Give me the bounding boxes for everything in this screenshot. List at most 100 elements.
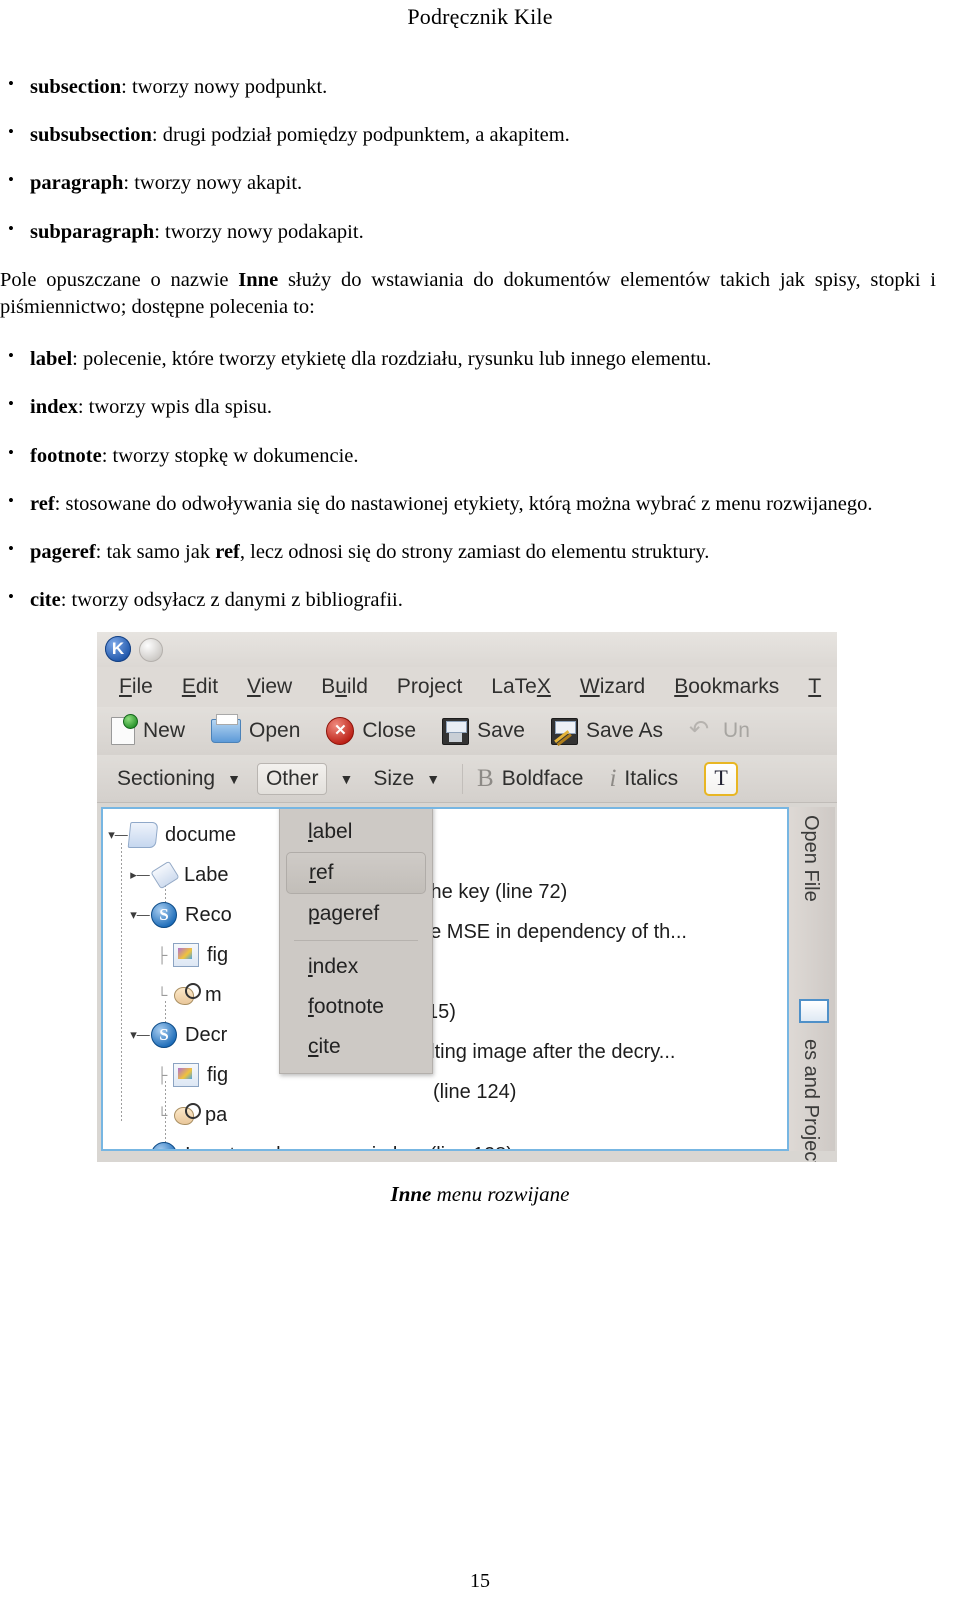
toolbar-open-button[interactable]: Open (211, 714, 301, 743)
term: subsubsection (30, 124, 152, 147)
menu-build[interactable]: Build (321, 675, 368, 699)
save-floppy-icon (442, 717, 470, 745)
save-as-icon (550, 717, 578, 745)
tree-branch-icon: └ (156, 1106, 168, 1124)
menubar: File Edit View Build Project LaTeX Wizar… (97, 667, 837, 707)
figure-caption: Inne menu rozwijane (0, 1182, 960, 1207)
definition: : tworzy stopkę w dokumencie. (101, 444, 359, 467)
menu-file[interactable]: File (119, 675, 153, 699)
expand-chevron-icon[interactable]: ▾— (129, 1147, 151, 1149)
term: ref (30, 492, 55, 515)
list-item: label: polecenie, które tworzy etykietę … (0, 345, 960, 372)
menu-edit[interactable]: Edit (182, 675, 218, 699)
undo-icon: ↶ (689, 716, 710, 743)
toolbar-open-label: Open (249, 719, 301, 742)
kile-app-logo-icon: K (105, 636, 131, 662)
other-command-list: label: polecenie, które tworzy etykietę … (0, 345, 960, 613)
open-folder-icon (211, 714, 242, 743)
menu-item-label[interactable]: label (280, 812, 432, 852)
tree-item-label: Labe (184, 863, 229, 886)
list-item: ref: stosowane do odwoływania się do nas… (0, 490, 960, 517)
other-combo-chevron-down-icon[interactable]: ▼ (339, 771, 353, 787)
tree-branch-icon: └ (156, 986, 168, 1004)
toolbar-close-button[interactable]: Close (326, 717, 416, 745)
toolbar-save-as-button[interactable]: Save As (550, 717, 664, 745)
side-tab-open-files[interactable]: Open File (799, 815, 822, 902)
menu-bookmarks[interactable]: Bookmarks (674, 675, 779, 699)
toolbar-new-button[interactable]: New (111, 714, 185, 745)
label-tag-icon (150, 860, 180, 890)
definition: : stosowane do odwoływania się do nastaw… (54, 492, 873, 515)
term: paragraph (30, 172, 124, 195)
latex-toolbar: Sectioning ▼ Other ▼ Size ▼ B Boldface i… (97, 755, 837, 803)
list-item: pageref: tak samo jak ref, lecz odnosi s… (0, 538, 960, 565)
definition: : tworzy nowy podpunkt. (121, 76, 328, 98)
palette-icon (173, 983, 201, 1006)
term: subparagraph (30, 220, 155, 243)
table-row[interactable]: ▾— S Insert random errors in key (line 1… (107, 1135, 787, 1150)
tree-item-label: Insert random errors in key (line 128) (185, 1144, 513, 1150)
open-files-icon[interactable] (799, 999, 829, 1023)
menu-view[interactable]: View (247, 675, 292, 699)
boldface-label: Boldface (501, 766, 584, 790)
menu-item-ref[interactable]: ref (286, 852, 426, 894)
tree-guide-line (165, 1081, 166, 1149)
side-tab-strip: Open File es and Projects (789, 807, 835, 1162)
paragraph-part-1: Pole opuszczane o nazwie (0, 268, 239, 291)
expand-chevron-icon[interactable]: ▾— (107, 827, 129, 843)
kile-main-area: ▾— docume ▸— Labe ▾— S Reco ├ fig └ m ▾—… (97, 803, 837, 1162)
definition: : tworzy nowy podakapit. (154, 220, 364, 243)
term: cite (30, 589, 61, 612)
tree-item-label: docume (165, 823, 237, 846)
window-button-icon[interactable] (139, 638, 163, 662)
side-tab-files-and-projects[interactable]: es and Projects (799, 1039, 822, 1162)
menu-item-index[interactable]: index (280, 947, 432, 987)
term: footnote (30, 444, 102, 467)
tree-item-label: m (205, 983, 222, 1006)
other-combo[interactable]: Other (256, 762, 328, 795)
toolbar-undo-button[interactable]: ↶ Un (689, 716, 750, 743)
section-s-icon: S (151, 1022, 177, 1048)
caption-bold: Inne (390, 1182, 432, 1206)
menu-separator (294, 940, 418, 941)
menu-latex[interactable]: LaTeX (491, 675, 551, 699)
menu-item-footnote[interactable]: footnote (280, 987, 432, 1027)
table-row[interactable]: ▾— docume (107, 815, 787, 855)
tree-guide-line (121, 843, 122, 1123)
tree-item-label: pa (205, 1103, 228, 1126)
toolbar-save-as-label: Save As (585, 719, 664, 742)
kile-screenshot-figure: K File Edit View Build Project LaTeX Wiz… (97, 632, 837, 1162)
list-item: cite: tworzy odsyłacz z danymi z bibliog… (0, 586, 960, 613)
paragraph-bold-term: Inne (238, 268, 279, 291)
structure-tree-pane[interactable]: ▾— docume ▸— Labe ▾— S Reco ├ fig └ m ▾—… (101, 807, 789, 1151)
list-item: index: tworzy wpis dla spisu. (0, 393, 960, 420)
sectioning-command-list: subsection: tworzy nowy podpunkt. subsub… (0, 73, 960, 245)
collapse-chevron-icon[interactable]: ▸— (129, 867, 151, 883)
figure-image-icon (173, 1063, 199, 1087)
menu-wizard[interactable]: Wizard (580, 675, 645, 699)
other-combo-label: Other (265, 766, 319, 790)
size-combo-label: Size (373, 766, 415, 790)
document-book-icon (127, 822, 159, 848)
menu-project[interactable]: Project (397, 675, 462, 699)
italics-button[interactable]: i Italics (609, 765, 679, 792)
size-combo[interactable]: Size ▼ (369, 765, 444, 793)
menu-tools[interactable]: T (808, 675, 821, 699)
sectioning-combo[interactable]: Sectioning ▼ (113, 765, 245, 793)
expand-chevron-icon[interactable]: ▾— (129, 1027, 151, 1043)
term: label (30, 348, 73, 371)
palette-icon (173, 1103, 201, 1126)
tree-item-tail: ulting image after the decry... (419, 1041, 676, 1063)
other-dropdown-menu[interactable]: label ref pageref index footnote cite (279, 809, 433, 1074)
expand-chevron-icon[interactable]: ▾— (129, 907, 151, 923)
main-toolbar: New Open Close Save Save As ↶ Un (97, 707, 837, 755)
italics-label: Italics (624, 766, 679, 790)
definition-bold-ref: ref (215, 541, 240, 564)
document-body: subsection: tworzy nowy podpunkt. subsub… (0, 73, 960, 636)
menu-item-pageref[interactable]: pageref (280, 894, 432, 934)
toolbar-save-button[interactable]: Save (442, 717, 525, 745)
kile-titlebar: K (97, 632, 837, 667)
menu-item-cite[interactable]: cite (280, 1027, 432, 1067)
boldface-button[interactable]: B Boldface (477, 765, 584, 792)
text-tool-icon[interactable]: T (704, 761, 739, 796)
